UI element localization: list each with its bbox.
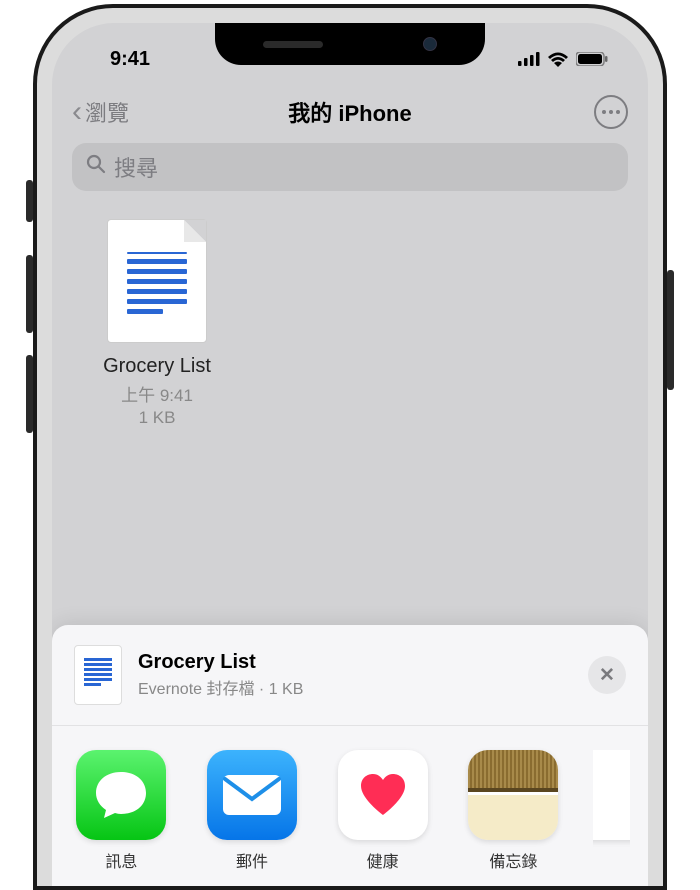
app-label: 郵件: [236, 848, 268, 872]
share-titles: Grocery List Evernote 封存檔 · 1 KB: [138, 651, 572, 699]
document-icon: [107, 219, 207, 343]
search-input[interactable]: 搜尋: [72, 143, 628, 191]
share-file-meta: Evernote 封存檔 · 1 KB: [138, 675, 572, 699]
status-time: 9:41: [82, 48, 150, 71]
volume-up-button: [26, 255, 33, 333]
file-time: 上午 9:41: [121, 381, 193, 406]
page-title: 我的 iPhone: [288, 96, 411, 128]
share-sheet: Grocery List Evernote 封存檔 · 1 KB ✕ 訊息: [52, 625, 648, 886]
share-app-health[interactable]: 健康: [331, 750, 434, 872]
share-app-notes[interactable]: 備忘錄: [462, 750, 565, 872]
messages-app-icon: [76, 750, 166, 840]
wifi-icon: [547, 51, 569, 67]
device-frame: 9:41 ‹ 瀏覽: [0, 0, 700, 890]
app-label: 備忘錄: [489, 848, 537, 872]
cellular-signal-icon: [518, 52, 540, 66]
volume-down-button: [26, 355, 33, 433]
search-placeholder: 搜尋: [114, 151, 158, 183]
front-camera: [423, 37, 437, 51]
back-button[interactable]: ‹ 瀏覽: [72, 96, 129, 128]
notch: [215, 23, 485, 65]
share-app-messages[interactable]: 訊息: [70, 750, 173, 872]
file-item[interactable]: Grocery List 上午 9:41 1 KB: [82, 219, 232, 428]
health-app-icon: [338, 750, 428, 840]
share-app-mail[interactable]: 郵件: [201, 750, 304, 872]
document-thumbnail-icon: [74, 645, 122, 705]
navigation-bar: ‹ 瀏覽 我的 iPhone: [52, 79, 648, 139]
files-grid: Grocery List 上午 9:41 1 KB: [52, 209, 648, 438]
screen: 9:41 ‹ 瀏覽: [52, 23, 648, 886]
speaker: [263, 41, 323, 48]
share-file-name: Grocery List: [138, 651, 572, 674]
share-header: Grocery List Evernote 封存檔 · 1 KB ✕: [52, 625, 648, 726]
status-icons: [518, 51, 618, 67]
phone-body: 9:41 ‹ 瀏覽: [33, 4, 667, 890]
back-label: 瀏覽: [85, 96, 129, 128]
file-size: 1 KB: [139, 408, 176, 428]
power-button: [667, 270, 674, 390]
notes-app-icon: [468, 750, 558, 840]
file-name: Grocery List: [103, 355, 211, 378]
share-apps-row[interactable]: 訊息 郵件 健康: [52, 726, 648, 886]
app-icon-partial: [593, 750, 630, 840]
search-icon: [86, 154, 106, 180]
ellipsis-icon: [602, 110, 620, 114]
app-label: 訊息: [105, 848, 137, 872]
battery-icon: [576, 52, 608, 66]
close-button[interactable]: ✕: [588, 656, 626, 694]
share-app-more[interactable]: [593, 750, 630, 872]
close-icon: ✕: [599, 664, 615, 687]
app-label: 健康: [367, 848, 399, 872]
silence-switch: [26, 180, 33, 222]
chevron-left-icon: ‹: [72, 100, 82, 124]
more-options-button[interactable]: [594, 95, 628, 129]
mail-app-icon: [207, 750, 297, 840]
